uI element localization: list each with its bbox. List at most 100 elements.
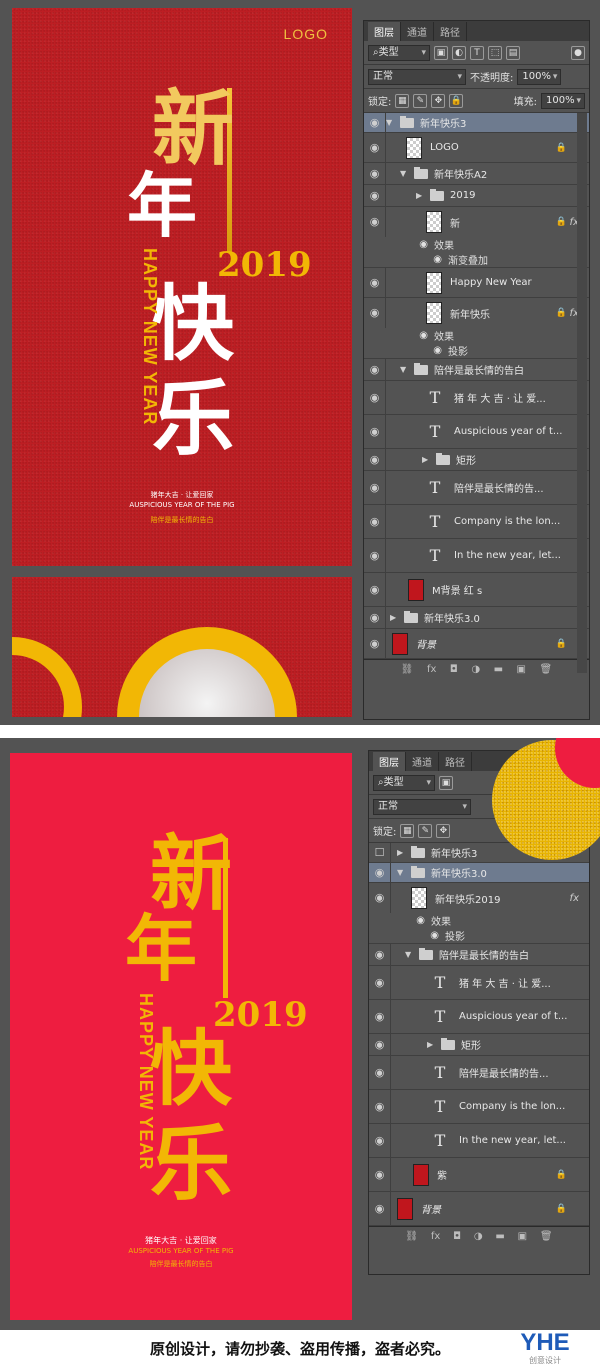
lock-paint-icon[interactable]: ✎ — [413, 93, 428, 108]
filter-select[interactable]: ⌕类型 — [373, 774, 435, 791]
eye-icon[interactable]: ◉ — [364, 629, 386, 658]
eye-icon[interactable]: ◉ — [364, 207, 386, 237]
opacity-input[interactable]: 100% — [517, 68, 562, 85]
new-layer-icon[interactable]: ▣ — [518, 1231, 527, 1242]
expand-icon[interactable]: ▶ — [390, 613, 400, 622]
filter-toggle-icon[interactable]: ● — [571, 45, 585, 60]
scrollbar[interactable] — [577, 113, 587, 673]
tab-layers[interactable]: 图层 — [368, 22, 401, 41]
layer-group-rect[interactable]: ◉ ▶ 矩形 — [369, 1034, 589, 1056]
image-filter-icon[interactable]: ▣ — [434, 45, 448, 60]
layer-text-4[interactable]: ◉ T Company is the lon... — [364, 505, 589, 539]
expand-icon[interactable]: ▶ — [397, 848, 407, 857]
eye-icon[interactable]: ◉ — [369, 966, 391, 999]
eye-icon[interactable]: ◉ — [364, 254, 448, 265]
visibility-box[interactable]: ☐ — [369, 843, 391, 862]
layer-text-2[interactable]: ◉ T Auspicious year of t... — [369, 1000, 589, 1034]
fx-icon[interactable]: fx — [427, 664, 436, 675]
lock-transparent-icon[interactable]: ▦ — [400, 823, 415, 838]
eye-icon[interactable]: ◉ — [364, 113, 386, 132]
tab-channels[interactable]: 通道 — [401, 22, 434, 41]
eye-icon[interactable]: ◉ — [364, 573, 386, 606]
layer-text-3[interactable]: ◉ T 陪伴是最长情的告... — [364, 471, 589, 505]
tab-channels[interactable]: 通道 — [406, 752, 439, 771]
eye-icon[interactable]: ◉ — [369, 915, 431, 926]
layer-text-5[interactable]: ◉ T In the new year, let... — [364, 539, 589, 573]
shape-filter-icon[interactable]: ⬚ — [488, 45, 502, 60]
layer-happy-new-year[interactable]: ◉ Happy New Year — [364, 268, 589, 298]
eye-icon[interactable]: ◉ — [369, 1158, 391, 1191]
filter-select[interactable]: ⌕类型 — [368, 44, 430, 61]
fill-input[interactable]: 100% — [541, 92, 585, 109]
eye-icon[interactable]: ◉ — [369, 1000, 391, 1033]
expand-icon[interactable]: ▼ — [386, 118, 396, 127]
expand-icon[interactable]: ▶ — [416, 191, 426, 200]
layer-text-5[interactable]: ◉ T In the new year, let... — [369, 1124, 589, 1158]
expand-icon[interactable]: ▼ — [400, 365, 410, 374]
image-filter-icon[interactable]: ▣ — [439, 775, 453, 790]
eye-icon[interactable]: ◉ — [369, 944, 391, 965]
layer-group-xnkl30[interactable]: ◉ ▼ 新年快乐3.0 — [369, 863, 589, 883]
eye-icon[interactable]: ◉ — [364, 133, 386, 162]
trash-icon[interactable]: 🗑 — [539, 664, 552, 675]
blend-mode-select[interactable]: 正常 — [373, 798, 471, 815]
eye-icon[interactable]: ◉ — [369, 883, 391, 913]
smart-filter-icon[interactable]: ▤ — [506, 45, 520, 60]
trash-icon[interactable]: 🗑 — [540, 1231, 553, 1242]
eye-icon[interactable]: ◉ — [369, 1090, 391, 1123]
eye-icon[interactable]: ◉ — [364, 607, 386, 628]
layer-xnkl2019[interactable]: ◉ 新年快乐2019 fx — [369, 883, 589, 913]
adjust-filter-icon[interactable]: ◐ — [452, 45, 466, 60]
expand-icon[interactable]: ▼ — [405, 950, 415, 959]
layer-bg[interactable]: ◉ 背景 🔒 — [369, 1192, 589, 1226]
layer-group-pbsz[interactable]: ◉ ▼ 陪伴是最长情的告白 — [364, 359, 589, 381]
layer-group-pbsz[interactable]: ◉ ▼ 陪伴是最长情的告白 — [369, 944, 589, 966]
eye-icon[interactable]: ◉ — [364, 449, 386, 470]
layer-text-1[interactable]: ◉ T 猪 年 大 吉 · 让 爱... — [364, 381, 589, 415]
layer-xnkl[interactable]: ◉ 新年快乐 🔒 fx — [364, 298, 589, 328]
layer-bg[interactable]: ◉ 背景 🔒 — [364, 629, 589, 659]
layer-group-2019[interactable]: ◉ ▶ 2019 — [364, 185, 589, 207]
layer-text-2[interactable]: ◉ T Auspicious year of t... — [364, 415, 589, 449]
layer-logo[interactable]: ◉ LOGO 🔒 — [364, 133, 589, 163]
lock-all-icon[interactable]: 🔒 — [449, 93, 464, 108]
lock-move-icon[interactable]: ✥ — [436, 823, 451, 838]
layer-bg-red[interactable]: ◉ M背景 红 s — [364, 573, 589, 607]
layer-text-4[interactable]: ◉ T Company is the lon... — [369, 1090, 589, 1124]
eye-icon[interactable]: ◉ — [364, 185, 386, 206]
new-group-icon[interactable]: ▬ — [495, 1231, 504, 1242]
expand-icon[interactable]: ▶ — [422, 455, 432, 464]
mask-icon[interactable]: ◘ — [453, 1231, 461, 1242]
eye-icon[interactable]: ◉ — [364, 505, 386, 538]
eye-icon[interactable]: ◉ — [364, 298, 386, 328]
expand-icon[interactable]: ▶ — [427, 1040, 437, 1049]
type-filter-icon[interactable]: T — [470, 45, 484, 60]
lock-transparent-icon[interactable]: ▦ — [395, 93, 410, 108]
layer-group-xnkl3[interactable]: ◉ ▼ 新年快乐3 — [364, 113, 589, 133]
expand-icon[interactable]: ▼ — [400, 169, 410, 178]
eye-icon[interactable]: ◉ — [364, 471, 386, 504]
link-icon[interactable]: ⛓ — [401, 664, 414, 675]
eye-icon[interactable]: ◉ — [364, 359, 386, 380]
eye-icon[interactable]: ◉ — [369, 863, 391, 882]
eye-icon[interactable]: ◉ — [369, 1192, 391, 1225]
lock-move-icon[interactable]: ✥ — [431, 93, 446, 108]
mask-icon[interactable]: ◘ — [450, 664, 458, 675]
eye-icon[interactable]: ◉ — [364, 268, 386, 297]
new-group-icon[interactable]: ▬ — [494, 664, 503, 675]
new-layer-icon[interactable]: ▣ — [517, 664, 526, 675]
adjustment-icon[interactable]: ◑ — [474, 1231, 483, 1242]
fx-icon[interactable]: fx — [431, 1231, 440, 1242]
eye-icon[interactable]: ◉ — [369, 1034, 391, 1055]
eye-icon[interactable]: ◉ — [369, 1124, 391, 1157]
eye-icon[interactable]: ◉ — [364, 239, 434, 250]
eye-icon[interactable]: ◉ — [369, 930, 445, 941]
eye-icon[interactable]: ◉ — [369, 1056, 391, 1089]
layer-xin[interactable]: ◉ 新 🔒 fx — [364, 207, 589, 237]
blend-mode-select[interactable]: 正常 — [368, 68, 466, 85]
eye-icon[interactable]: ◉ — [364, 163, 386, 184]
fx-icon[interactable]: fx — [570, 893, 579, 904]
layer-text-1[interactable]: ◉ T 猪 年 大 吉 · 让 爱... — [369, 966, 589, 1000]
tab-layers[interactable]: 图层 — [373, 752, 406, 771]
eye-icon[interactable]: ◉ — [364, 381, 386, 414]
